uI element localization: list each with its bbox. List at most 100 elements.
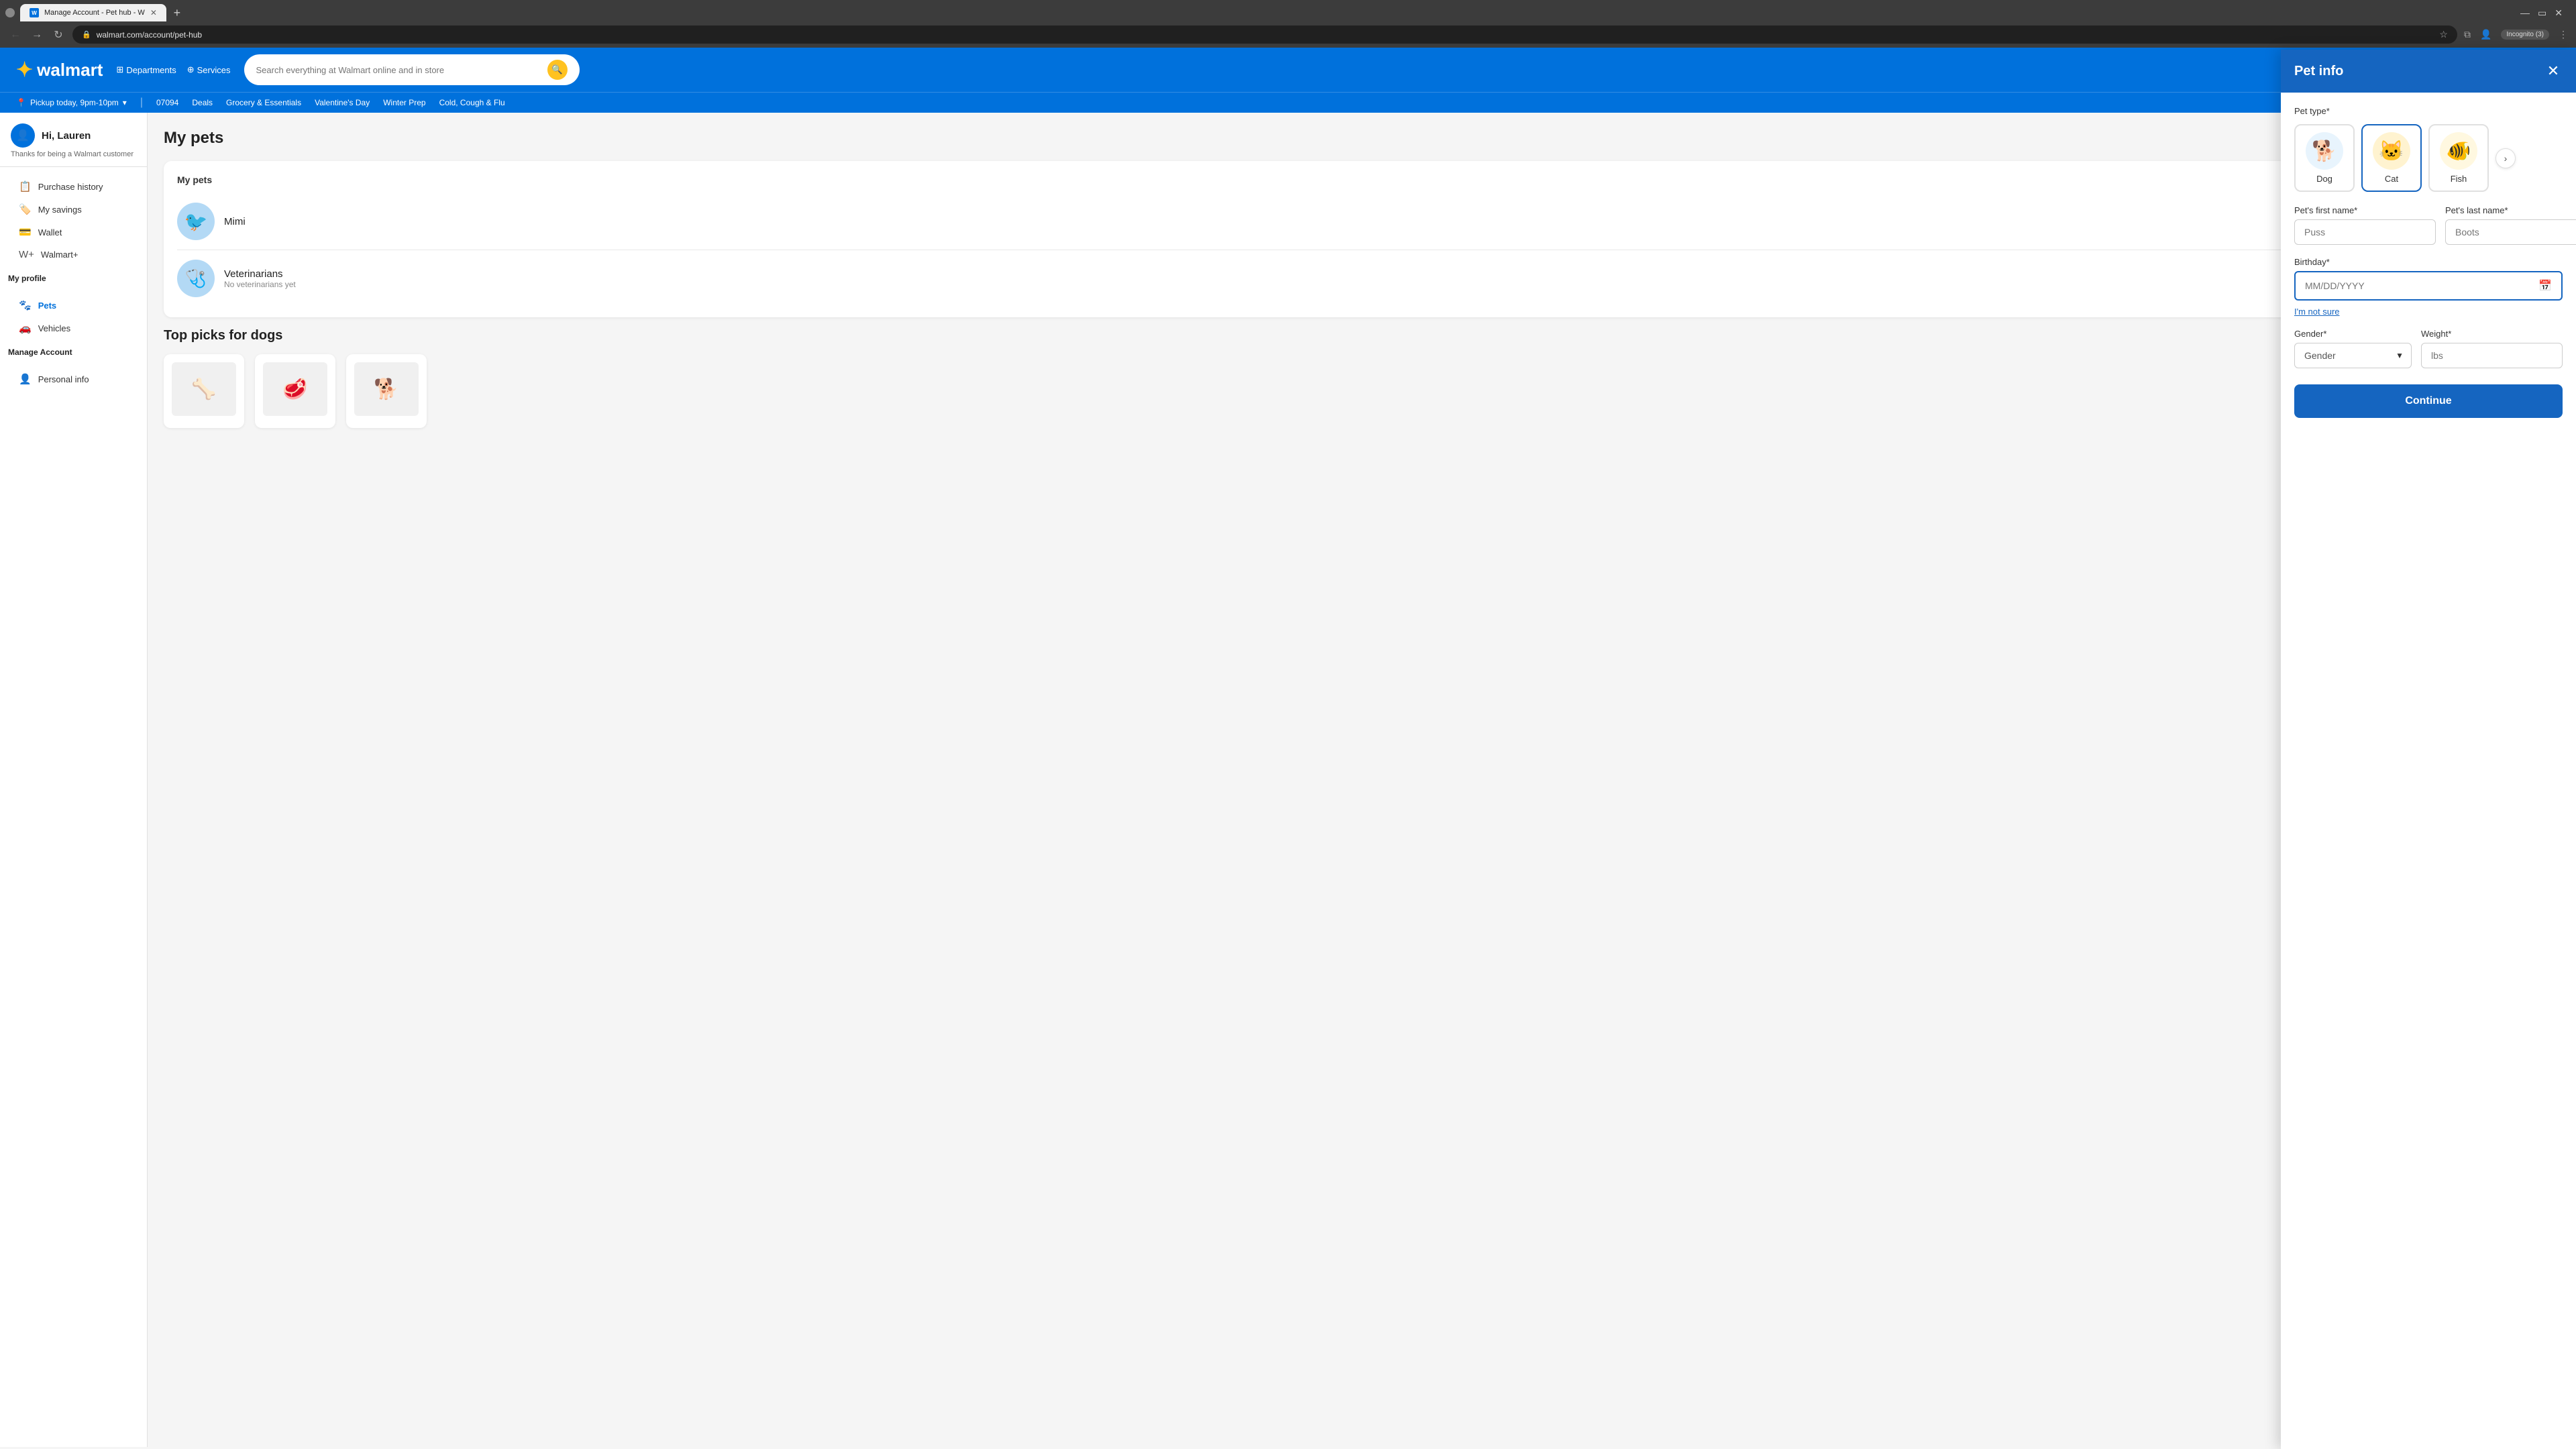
services-icon: ⊕ [187,64,195,75]
window-controls: — ▭ ✕ [2520,7,2571,19]
page-title: My pets [164,129,2560,148]
content-area: My pets My pets 🐦 Mimi 🩺 Veterinarians N… [148,113,2576,1447]
sidebar-item-label: Pets [38,301,56,311]
reload-btn[interactable]: ↻ [51,28,66,42]
first-name-input[interactable] [2294,219,2436,245]
product-card[interactable]: 🐕 [346,354,427,428]
tab-close-btn[interactable]: ✕ [150,8,157,17]
deals-link[interactable]: Deals [192,98,213,107]
minimize-btn[interactable]: — [2520,7,2530,18]
sub-nav-divider: | [140,97,143,109]
sidebar-item-purchase-history[interactable]: 📋 Purchase history [11,175,136,198]
header-nav: ⊞ Departments ⊕ Services [116,64,230,75]
sidebar-item-label: Personal info [38,374,89,384]
tab-switcher-icon[interactable]: ⧉ [2464,29,2471,40]
pickup-selector[interactable]: 📍 Pickup today, 9pm-10pm ▾ [16,98,127,107]
avatar: 👤 [11,123,35,148]
maximize-btn[interactable]: ▭ [2538,7,2546,19]
browser-icons: ⧉ 👤 Incognito (3) ⋮ [2464,29,2568,40]
user-greeting: 👤 Hi, Lauren Thanks for being a Walmart … [0,123,147,167]
sidebar-item-label: Walmart+ [41,250,78,260]
product-img: 🥩 [263,362,327,416]
continue-button[interactable]: Continue [2294,384,2563,418]
browser-chrome: ▾ W Manage Account - Pet hub - W ✕ + — ▭… [0,0,2576,48]
gender-select[interactable]: Gender Male Female [2294,343,2412,368]
departments-btn[interactable]: ⊞ Departments [116,64,176,75]
sidebar-item-pets[interactable]: 🐾 Pets [11,294,136,317]
product-img: 🐕 [354,362,419,416]
pet-type-cat[interactable]: 🐱 Cat [2361,124,2422,192]
sidebar-item-label: My savings [38,205,82,215]
forward-btn[interactable]: → [30,29,44,41]
pet-type-dog[interactable]: 🐕 Dog [2294,124,2355,192]
scroll-right-arrow[interactable]: › [2496,148,2516,168]
active-tab[interactable]: W Manage Account - Pet hub - W ✕ [20,4,166,21]
sidebar-item-savings[interactable]: 🏷️ My savings [11,198,136,221]
page: ✦ walmart ⊞ Departments ⊕ Services 🔍 📍 P… [0,48,2576,1447]
sidebar-item-personal-info[interactable]: 👤 Personal info [11,368,136,390]
tab-favicon: W [30,8,39,17]
search-button[interactable]: 🔍 [547,60,568,80]
not-sure-link[interactable]: I'm not sure [2294,307,2340,317]
product-img: 🦴 [172,362,236,416]
panel-body: Pet type* 🐕 Dog 🐱 Cat 🐠 Fish › [2281,113,2576,431]
pet-type-fish[interactable]: 🐠 Fish [2428,124,2489,192]
last-name-input[interactable] [2445,219,2576,245]
valentines-link[interactable]: Valentine's Day [315,98,370,107]
winter-prep-link[interactable]: Winter Prep [383,98,425,107]
address-bar-row: ← → ↻ 🔒 walmart.com/account/pet-hub ☆ ⧉ … [0,21,2576,48]
close-btn[interactable]: ✕ [2555,7,2563,19]
wallet-icon: 💳 [19,226,32,238]
pets-icon: 🐾 [19,299,32,311]
purchase-history-icon: 📋 [19,180,32,193]
main-layout: 👤 Hi, Lauren Thanks for being a Walmart … [0,113,2576,1447]
vet-name: Veterinarians [224,268,296,280]
dog-icon: 🐕 [2306,132,2343,170]
walmart-plus-icon: W+ [19,249,34,260]
tab-list-btn[interactable]: ▾ [5,8,15,17]
tab-bar: ▾ W Manage Account - Pet hub - W ✕ + — ▭… [0,0,2576,21]
vehicles-icon: 🚗 [19,322,32,334]
cold-flu-link[interactable]: Cold, Cough & Flu [439,98,505,107]
weight-label: Weight* [2421,329,2563,339]
product-card[interactable]: 🥩 [255,354,335,428]
logo-text: walmart [37,60,103,80]
profile-icon[interactable]: 👤 [2480,29,2491,40]
pet-avatar-mimi: 🐦 [177,203,215,240]
weight-input[interactable] [2421,343,2563,368]
bookmark-icon[interactable]: ☆ [2439,29,2448,40]
last-name-label: Pet's last name* [2445,205,2576,215]
personal-info-icon: 👤 [19,373,32,385]
product-card[interactable]: 🦴 [164,354,244,428]
spark-icon: ✦ [16,58,33,82]
search-bar[interactable]: 🔍 [244,54,580,85]
sidebar-item-wallet[interactable]: 💳 Wallet [11,221,136,244]
sidebar-manage-section: 👤 Personal info [0,360,147,393]
grocery-link[interactable]: Grocery & Essentials [226,98,301,107]
vet-sub: No veterinarians yet [224,280,296,289]
new-tab-button[interactable]: + [169,5,185,21]
cat-label: Cat [2385,174,2398,184]
gender-weight-row: Gender* Gender Male Female ▼ Weight* [2294,329,2563,368]
address-bar[interactable]: 🔒 walmart.com/account/pet-hub ☆ [72,25,2457,44]
menu-icon[interactable]: ⋮ [2559,29,2568,40]
walmart-logo[interactable]: ✦ walmart [16,58,103,82]
pet-item-mimi[interactable]: 🐦 Mimi [177,196,2546,247]
pet-info-panel: Pet info ✕ Pet type* 🐕 Dog 🐱 Cat 🐠 [2281,113,2576,1447]
sub-nav: 📍 Pickup today, 9pm-10pm ▾ | 07094 Deals… [0,92,2576,113]
services-btn[interactable]: ⊕ Services [187,64,231,75]
product-row: 🦴 🥩 🐕 [164,354,2560,428]
vet-item[interactable]: 🩺 Veterinarians No veterinarians yet [177,253,2546,304]
sidebar-item-vehicles[interactable]: 🚗 Vehicles [11,317,136,339]
cat-icon: 🐱 [2373,132,2410,170]
address-text: walmart.com/account/pet-hub [97,30,2434,40]
birthday-input-wrap[interactable]: 📅 [2294,271,2563,301]
sidebar-item-walmart-plus[interactable]: W+ Walmart+ [11,244,136,266]
tab-title: Manage Account - Pet hub - W [44,9,145,17]
birthday-input[interactable] [2305,280,2533,291]
lock-icon: 🔒 [82,30,91,39]
sidebar: 👤 Hi, Lauren Thanks for being a Walmart … [0,113,148,1447]
incognito-badge[interactable]: Incognito (3) [2501,30,2549,40]
search-input[interactable] [256,65,542,75]
back-btn[interactable]: ← [8,29,23,41]
